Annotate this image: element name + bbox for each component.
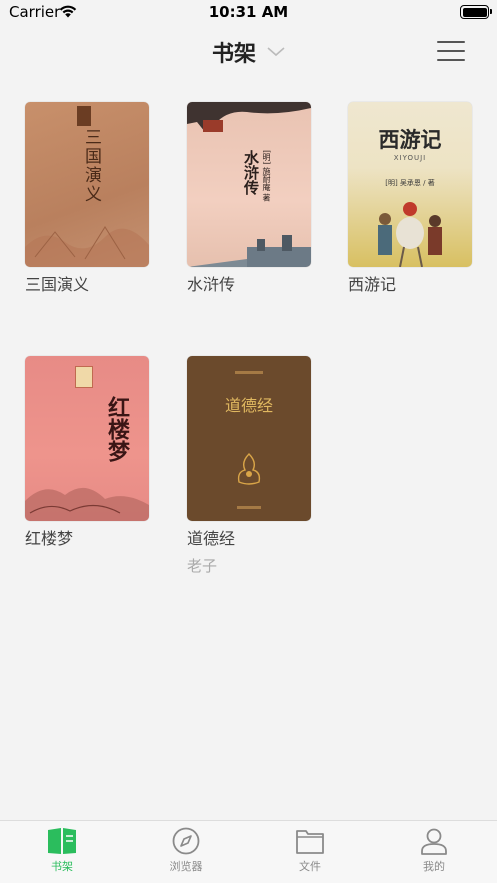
cover-title: 道德经 (224, 396, 273, 415)
status-bar: Carrier 10:31 AM (0, 0, 497, 26)
nav-title-group[interactable]: 书架 (0, 36, 497, 68)
compass-icon (172, 827, 200, 855)
book-item[interactable]: 西游记 XIYOUJI [明] 吴承恩 / 著 西游记 (348, 102, 472, 295)
menu-line (437, 59, 465, 61)
tab-mine[interactable]: 我的 (394, 827, 474, 874)
tab-browser[interactable]: 浏览器 (146, 827, 226, 874)
book-title: 水浒传 (187, 275, 236, 294)
book-item[interactable]: 红楼梦 红楼梦 (25, 356, 149, 549)
cover-ornament (235, 371, 263, 374)
menu-line (437, 41, 465, 43)
tab-label: 我的 (423, 860, 445, 873)
cover-seal (75, 366, 93, 388)
cover-subtitle: XIYOUJI (393, 154, 427, 162)
battery-icon (460, 5, 492, 19)
book-item[interactable]: 水浒传 [明] 施耐庵 著 水浒传 (187, 102, 311, 295)
folder-icon (296, 830, 324, 854)
cover-art (25, 226, 149, 267)
book-cover[interactable]: 道德经 (187, 356, 311, 521)
cover-emblem-art (237, 453, 261, 485)
book-item[interactable]: 三国演义 三国演义 (25, 102, 149, 295)
page-title[interactable]: 书架 (212, 42, 256, 67)
book-title: 道德经 (187, 529, 236, 548)
cover-author: [明] 吴承恩 / 著 (385, 179, 435, 187)
cover-rock-art (25, 487, 149, 521)
book-cover[interactable]: 红楼梦 (25, 356, 149, 521)
book-cover[interactable]: 水浒传 [明] 施耐庵 著 (187, 102, 311, 267)
book-title: 红楼梦 (25, 529, 74, 548)
cover-author: [明] 施耐庵 著 (262, 150, 271, 202)
book-cover[interactable]: 三国演义 (25, 102, 149, 267)
clock: 10:31 AM (208, 3, 289, 21)
cover-seal (77, 106, 91, 126)
book-author: 老子 (187, 557, 218, 575)
tab-label: 书架 (51, 860, 73, 873)
cover-title: 三国演义 (81, 128, 101, 204)
bookshelf-icon (48, 828, 76, 854)
book-cover[interactable]: 西游记 XIYOUJI [明] 吴承恩 / 著 (348, 102, 472, 267)
cover-ornament (237, 506, 261, 509)
tab-bookshelf[interactable]: 书架 (22, 827, 102, 874)
tab-files[interactable]: 文件 (270, 827, 350, 874)
cover-title: 西游记 (378, 127, 442, 152)
book-item[interactable]: 道德经 道德经 老子 (187, 356, 311, 576)
chevron-down-icon[interactable] (267, 47, 285, 57)
person-icon (421, 828, 447, 855)
tab-bar: 书架 浏览器 文件 我的 (0, 820, 497, 883)
tab-label: 浏览器 (169, 860, 203, 873)
cover-title: 水浒传 (242, 150, 260, 195)
cover-title: 红楼梦 (104, 396, 130, 462)
cover-figures-art (378, 202, 442, 267)
book-title: 三国演义 (25, 275, 90, 294)
book-title: 西游记 (348, 275, 397, 294)
cover-bridge-art (187, 235, 311, 267)
tab-label: 文件 (299, 860, 321, 873)
screen: Carrier 10:31 AM 书架 三国演义 三国演义 水浒传 [明] 施耐… (0, 0, 497, 883)
menu-button[interactable] (437, 41, 465, 63)
menu-line (437, 50, 465, 52)
cover-roof-art (187, 102, 311, 132)
